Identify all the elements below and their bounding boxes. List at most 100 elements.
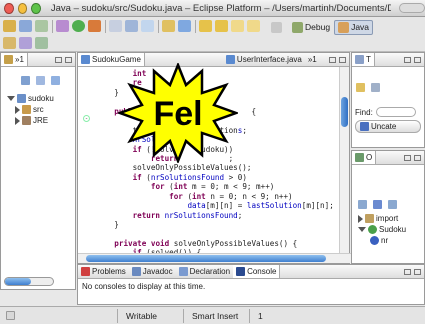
code-token: public xyxy=(96,106,147,116)
minimize-view-icon[interactable] xyxy=(404,268,411,275)
external-tools-icon[interactable] xyxy=(88,20,101,32)
outline-item-imports[interactable]: import xyxy=(356,213,424,224)
save-icon[interactable] xyxy=(19,20,32,32)
fast-view-icon[interactable] xyxy=(6,311,15,320)
outline-item-class[interactable]: Sudoku xyxy=(356,224,424,235)
hide-static-icon[interactable] xyxy=(388,200,397,209)
tree-item-sudoku[interactable]: sudoku xyxy=(5,93,75,104)
editor-horizontal-scrollbar[interactable] xyxy=(78,253,351,263)
pin-icon[interactable] xyxy=(35,37,48,49)
edit-icon[interactable] xyxy=(35,20,48,32)
scroll-thumb[interactable] xyxy=(86,255,326,262)
minimize-view-icon[interactable] xyxy=(55,56,62,63)
minimize-view-icon[interactable] xyxy=(329,56,336,63)
maximize-view-icon[interactable] xyxy=(339,56,346,63)
minimize-view-icon[interactable] xyxy=(404,154,411,161)
expand-twisty-icon[interactable] xyxy=(15,105,20,114)
maximize-view-icon[interactable] xyxy=(414,154,421,161)
expand-twisty-icon[interactable] xyxy=(15,116,20,125)
tree-item-jre[interactable]: JRE xyxy=(5,115,75,126)
outline-tab[interactable]: O xyxy=(352,151,377,164)
expand-twisty-icon[interactable] xyxy=(358,227,366,232)
new-package-icon[interactable] xyxy=(125,20,138,32)
scroll-thumb[interactable] xyxy=(5,278,31,285)
open-folder-icon[interactable] xyxy=(3,37,16,49)
java-perspective-button[interactable]: Java xyxy=(334,19,374,35)
expand-twisty-icon[interactable] xyxy=(358,214,363,223)
maximize-view-icon[interactable] xyxy=(65,56,72,63)
run-icon[interactable] xyxy=(72,20,85,32)
window-controls xyxy=(55,56,75,63)
tab-console[interactable]: Console xyxy=(233,265,281,278)
debug-icon[interactable] xyxy=(56,20,69,32)
expand-twisty-icon[interactable] xyxy=(7,96,15,101)
find-input[interactable] xyxy=(375,107,416,117)
zoom-window-button[interactable] xyxy=(31,2,41,14)
window-title: Java – sudoku/src/Sudoku.java – Eclipse … xyxy=(50,2,392,14)
minimize-window-button[interactable] xyxy=(17,2,28,14)
code-area[interactable]: int re } public { this.m olutions; nrSol… xyxy=(78,67,340,253)
uncategorized-button[interactable]: Uncate xyxy=(355,120,421,133)
window-controls xyxy=(404,268,424,275)
outline-panel: O import Sudoku nr xyxy=(351,150,425,264)
code-token: re xyxy=(96,78,142,88)
open-perspective-button[interactable] xyxy=(267,20,288,35)
console-message: No consoles to display at this time. xyxy=(82,282,206,291)
tab-declaration[interactable]: Declaration xyxy=(176,265,233,278)
link-with-editor-icon[interactable] xyxy=(51,75,60,85)
forward-icon[interactable] xyxy=(247,20,260,32)
hide-fields-icon[interactable] xyxy=(373,200,382,209)
editor-vertical-scrollbar[interactable] xyxy=(339,67,349,253)
scroll-thumb[interactable] xyxy=(341,97,348,127)
tree-item-src[interactable]: src xyxy=(5,104,75,115)
search-icon[interactable] xyxy=(178,20,191,32)
task-list-tab[interactable]: T xyxy=(352,53,375,66)
outline-icon xyxy=(355,153,364,162)
back-icon[interactable] xyxy=(231,20,244,32)
sort-icon[interactable] xyxy=(358,200,367,209)
back-icon[interactable] xyxy=(21,75,30,85)
close-window-button[interactable] xyxy=(4,2,14,14)
java-file-icon xyxy=(81,55,90,64)
next-annotation-icon[interactable] xyxy=(199,20,212,32)
code-line: private void solveOnlyPossibleValues() { xyxy=(96,239,340,248)
filter-icon[interactable] xyxy=(371,82,380,92)
fold-marker-icon[interactable]: - xyxy=(83,115,90,122)
minimize-view-icon[interactable] xyxy=(404,56,411,63)
maximize-view-icon[interactable] xyxy=(414,268,421,275)
new-class-icon[interactable] xyxy=(141,20,154,32)
java-file-icon xyxy=(225,55,235,64)
code-token: for xyxy=(150,182,165,192)
status-bar: Writable Smart Insert 1 xyxy=(0,306,425,324)
editor-tab-userinterface[interactable]: UserInterface.java xyxy=(223,53,305,66)
maximize-view-icon[interactable] xyxy=(414,56,421,63)
package-explorer-panel: »1 sudoku src JRE xyxy=(0,52,76,290)
package-explorer-tab[interactable]: »1 xyxy=(1,53,28,66)
tab-javadoc[interactable]: Javadoc xyxy=(129,265,176,278)
library-icon xyxy=(22,116,31,125)
package-explorer-toolbar xyxy=(1,67,75,93)
outline-item-field[interactable]: nr xyxy=(356,235,424,246)
horizontal-scrollbar[interactable] xyxy=(4,277,54,286)
debug-perspective-button[interactable]: Debug xyxy=(288,20,334,35)
previous-annotation-icon[interactable] xyxy=(215,20,228,32)
code-token: ; xyxy=(237,210,243,220)
open-type-icon[interactable] xyxy=(162,20,175,32)
tab-problems[interactable]: Problems xyxy=(78,265,129,278)
status-insert-mode: Smart Insert xyxy=(183,308,249,323)
new-task-icon[interactable] xyxy=(356,82,365,92)
new-icon[interactable] xyxy=(3,20,16,32)
outline-tree: import Sudoku nr xyxy=(352,213,424,246)
editor-tab-overflow[interactable]: »1 xyxy=(305,53,320,66)
toolbar-toggle-button[interactable] xyxy=(399,3,425,13)
editor-tab-sudokugame[interactable]: SudokuGame xyxy=(78,53,145,66)
toggle-mark-occurrences-icon[interactable] xyxy=(19,37,32,49)
new-java-project-icon[interactable] xyxy=(109,20,122,32)
collapse-all-icon[interactable] xyxy=(36,75,45,85)
code-line: solveOnlyPossibleValues(); xyxy=(96,163,340,172)
